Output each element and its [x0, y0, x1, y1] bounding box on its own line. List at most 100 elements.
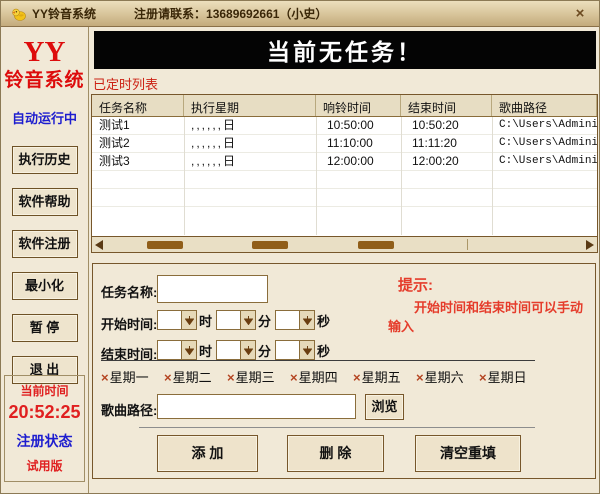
status-panel: 当前时间 20:52:25 注册状态 试用版: [4, 375, 85, 482]
weekday-checkbox-row: ×星期一 ×星期二 ×星期三 ×星期四 ×星期五 ×星期六 ×星期日: [101, 367, 542, 386]
checkbox-x-icon: ×: [290, 370, 298, 385]
weekday-label: 星期五: [362, 370, 401, 385]
form-separator: [101, 360, 535, 361]
run-status-text: 自动运行中: [1, 108, 88, 127]
scroll-thumb[interactable]: [252, 241, 288, 249]
tip-title: 提示:: [398, 274, 433, 295]
cell-weekdays: ,,,,,,日: [184, 135, 316, 152]
start-time-row: 时 分 秒: [157, 310, 334, 330]
task-name-input[interactable]: [157, 275, 268, 303]
clear-button[interactable]: 清空重填: [415, 435, 521, 472]
sidebar: YY 铃音系统 自动运行中 执行历史 软件帮助 软件注册 最小化 暂 停 退 出…: [1, 27, 89, 494]
hour-unit-label: 时: [199, 341, 212, 360]
scroll-left-arrow-icon[interactable]: [95, 240, 103, 250]
scroll-thumb[interactable]: [358, 241, 394, 249]
window-title: YY铃音系统: [32, 5, 96, 22]
cell-end-time: 11:11:20: [401, 135, 492, 152]
app-window: YY铃音系统 注册请联系：13689692661（小史） × YY 铃音系统 自…: [0, 0, 600, 494]
weekday-checkbox-tue[interactable]: ×星期二: [164, 367, 227, 386]
weekday-label: 星期日: [488, 370, 527, 385]
checkbox-x-icon: ×: [164, 370, 172, 385]
table-row[interactable]: 测试1 ,,,,,,日 10:50:00 10:50:20 C:\Users\A…: [92, 117, 597, 135]
header-task-name[interactable]: 任务名称: [92, 95, 184, 116]
task-table: 任务名称 执行星期 响铃时间 结束时间 歌曲路径 测试1 ,,,,,,日 10:…: [91, 94, 598, 253]
registration-value: 试用版: [5, 457, 84, 474]
weekday-checkbox-mon[interactable]: ×星期一: [101, 367, 164, 386]
register-button[interactable]: 软件注册: [12, 230, 78, 258]
end-minute-input[interactable]: [216, 340, 241, 360]
pause-button[interactable]: 暂 停: [12, 314, 78, 342]
weekday-checkbox-fri[interactable]: ×星期五: [353, 367, 416, 386]
start-minute-dropdown-icon[interactable]: [241, 310, 256, 330]
cell-end-time: 12:00:20: [401, 153, 492, 170]
delete-button[interactable]: 删 除: [287, 435, 384, 472]
cell-task-name: 测试3: [92, 153, 184, 170]
cell-song-path: C:\Users\Administr: [492, 117, 597, 134]
clock-label: 当前时间: [5, 382, 84, 399]
header-end-time[interactable]: 结束时间: [401, 95, 492, 116]
app-bird-icon: [11, 6, 27, 22]
close-icon[interactable]: ×: [571, 5, 589, 22]
register-notice: 注册请联系：13689692661（小史）: [134, 5, 327, 22]
weekday-label: 星期三: [236, 370, 275, 385]
scroll-right-arrow-icon[interactable]: [586, 240, 594, 250]
checkbox-x-icon: ×: [101, 370, 109, 385]
browse-button[interactable]: 浏览: [365, 394, 404, 420]
registration-label: 注册状态: [5, 431, 84, 451]
titlebar: YY铃音系统 注册请联系：13689692661（小史） ×: [1, 1, 599, 27]
scroll-thumb[interactable]: [147, 241, 183, 249]
checkbox-x-icon: ×: [479, 370, 487, 385]
header-ring-time[interactable]: 响铃时间: [316, 95, 401, 116]
start-hour-input[interactable]: [157, 310, 182, 330]
end-hour-input[interactable]: [157, 340, 182, 360]
checkbox-x-icon: ×: [416, 370, 424, 385]
end-second-dropdown-icon[interactable]: [300, 340, 315, 360]
horizontal-scrollbar[interactable]: [92, 236, 597, 252]
cell-ring-time: 12:00:00: [316, 153, 401, 170]
weekday-checkbox-wed[interactable]: ×星期三: [227, 367, 290, 386]
header-weekdays[interactable]: 执行星期: [184, 95, 316, 116]
weekday-label: 星期六: [425, 370, 464, 385]
end-hour-dropdown-icon[interactable]: [182, 340, 197, 360]
add-button[interactable]: 添 加: [157, 435, 258, 472]
song-path-input[interactable]: [157, 394, 356, 419]
header-song-path[interactable]: 歌曲路径: [492, 95, 597, 116]
weekday-checkbox-sat[interactable]: ×星期六: [416, 367, 479, 386]
table-gridline: [492, 117, 493, 235]
table-row[interactable]: 测试2 ,,,,,,日 11:10:00 11:11:20 C:\Users\A…: [92, 135, 597, 153]
start-hour-dropdown-icon[interactable]: [182, 310, 197, 330]
logo-line1: YY: [1, 39, 88, 65]
table-empty-area: [92, 171, 597, 219]
main-area: 当前无任务！ 已定时列表 任务名称 执行星期 响铃时间 结束时间 歌曲路径 测试…: [90, 27, 600, 494]
tip-body: 开始时间和结束时间可以手动输入: [388, 298, 588, 336]
history-button[interactable]: 执行历史: [12, 146, 78, 174]
minimize-button[interactable]: 最小化: [12, 272, 78, 300]
cell-song-path: C:\Users\Administr: [492, 153, 597, 170]
weekday-label: 星期一: [110, 370, 149, 385]
start-second-dropdown-icon[interactable]: [300, 310, 315, 330]
weekday-label: 星期二: [173, 370, 212, 385]
start-minute-input[interactable]: [216, 310, 241, 330]
cell-weekdays: ,,,,,,日: [184, 117, 316, 134]
cell-song-path: C:\Users\Administr: [492, 135, 597, 152]
scheduled-list-title: 已定时列表: [93, 74, 158, 93]
start-second-input[interactable]: [275, 310, 300, 330]
weekday-checkbox-thu[interactable]: ×星期四: [290, 367, 353, 386]
logo-line2: 铃音系统: [1, 65, 88, 92]
cell-task-name: 测试2: [92, 135, 184, 152]
help-button[interactable]: 软件帮助: [12, 188, 78, 216]
second-unit-label: 秒: [317, 311, 330, 330]
cell-end-time: 10:50:20: [401, 117, 492, 134]
current-task-banner: 当前无任务！: [94, 31, 596, 69]
weekday-checkbox-sun[interactable]: ×星期日: [479, 367, 542, 386]
end-second-input[interactable]: [275, 340, 300, 360]
table-gridline: [401, 117, 402, 235]
minute-unit-label: 分: [258, 341, 271, 360]
end-minute-dropdown-icon[interactable]: [241, 340, 256, 360]
cell-ring-time: 10:50:00: [316, 117, 401, 134]
table-gridline: [184, 117, 185, 235]
table-row[interactable]: 测试3 ,,,,,,日 12:00:00 12:00:20 C:\Users\A…: [92, 153, 597, 171]
checkbox-x-icon: ×: [353, 370, 361, 385]
weekday-label: 星期四: [299, 370, 338, 385]
table-gridline: [316, 117, 317, 235]
